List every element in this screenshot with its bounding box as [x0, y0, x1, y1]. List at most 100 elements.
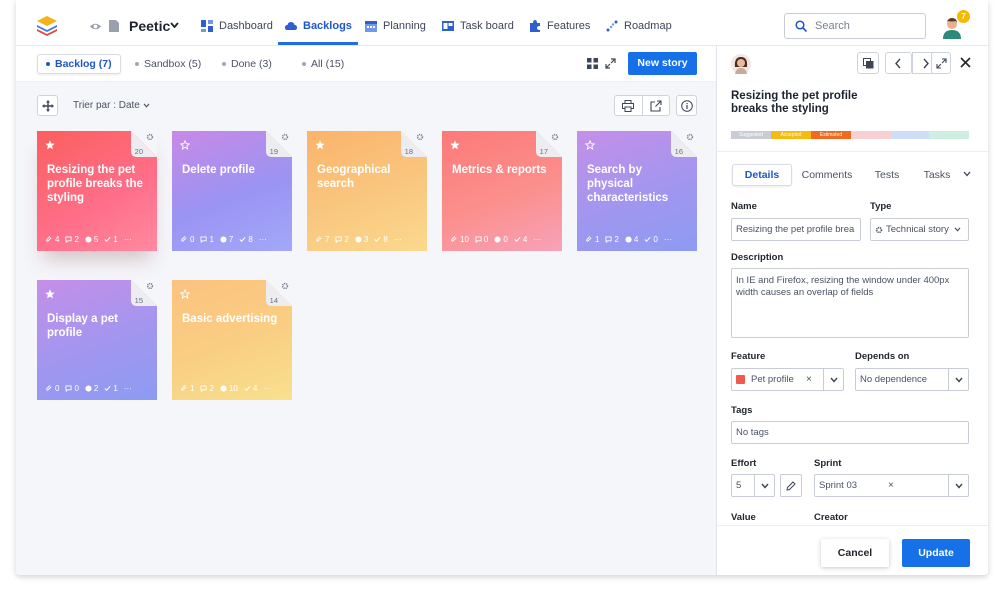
gear-icon[interactable] [416, 133, 424, 141]
attachment-icon [451, 236, 457, 242]
cancel-button[interactable]: Cancel [821, 539, 889, 567]
story-card[interactable]: 14 Basic advertising 1 2 10 4 ··· [172, 280, 292, 400]
tab-details[interactable]: Details [732, 164, 792, 186]
gear-icon[interactable] [281, 282, 289, 290]
edit-effort-button[interactable] [780, 474, 802, 497]
depends-select[interactable]: No dependence [855, 368, 969, 391]
more-icon[interactable]: ··· [664, 235, 672, 244]
taskboard-icon [442, 21, 454, 31]
previous-story-button[interactable] [885, 52, 912, 74]
story-card[interactable]: 18 Geographical search 7 2 3 8 ··· [307, 131, 427, 251]
status-segment[interactable]: Estimated [811, 131, 851, 139]
star-outline-icon[interactable] [180, 140, 190, 150]
story-card[interactable]: 20 Resizing the pet profile breaks the st… [37, 131, 157, 251]
tab-done[interactable]: Done (3) [214, 54, 280, 74]
sort-dropdown[interactable]: Trier par : Date [73, 100, 150, 111]
dropdown-toggle[interactable] [948, 369, 968, 390]
search-input[interactable]: Search [784, 13, 926, 39]
sprint-select[interactable]: Sprint 03 × [814, 474, 969, 497]
expand-panel-button[interactable] [931, 52, 951, 74]
description-field[interactable]: In IE and Firefox, resizing the window u… [731, 268, 969, 338]
card-stat-value: 1 [113, 235, 118, 244]
document-icon[interactable] [109, 20, 119, 32]
effort-icon [355, 236, 362, 243]
update-button[interactable]: Update [902, 539, 970, 567]
gear-icon[interactable] [146, 133, 154, 141]
open-external-button[interactable] [641, 96, 670, 115]
story-card[interactable]: 15 Display a pet profile 0 0 2 1 ··· [37, 280, 157, 400]
card-title: Display a pet profile [47, 313, 118, 339]
new-story-button[interactable]: New story [628, 52, 697, 75]
tags-field[interactable]: No tags [731, 421, 969, 444]
more-icon[interactable]: ··· [124, 235, 132, 244]
name-field[interactable]: Resizing the pet profile brea [731, 218, 861, 241]
star-outline-icon[interactable] [585, 140, 595, 150]
status-segment[interactable] [929, 131, 969, 139]
star-filled-icon[interactable] [45, 140, 55, 150]
grid-view-icon[interactable] [587, 58, 598, 69]
status-segment[interactable]: Suggested [731, 131, 771, 139]
dropdown-toggle[interactable] [754, 475, 774, 496]
clear-icon[interactable]: × [888, 480, 894, 491]
tab-all[interactable]: All (15) [294, 54, 352, 74]
print-button[interactable] [615, 96, 642, 115]
chevron-down-icon[interactable] [963, 171, 971, 177]
story-card[interactable]: 19 Delete profile 0 1 7 8 ··· [172, 131, 292, 251]
story-card[interactable]: 16 Search by physical characteristics 1 2 4 0… [577, 131, 697, 251]
chevron-right-icon [923, 58, 929, 68]
nav-planning[interactable]: Planning [365, 20, 426, 32]
more-icon[interactable]: ··· [394, 235, 402, 244]
status-segment[interactable]: Accepted [771, 131, 811, 139]
more-icon[interactable]: ··· [533, 235, 541, 244]
star-outline-icon[interactable] [180, 289, 190, 299]
nav-dashboard[interactable]: Dashboard [201, 20, 273, 32]
nav-task-board[interactable]: Task board [442, 20, 514, 32]
star-filled-icon[interactable] [315, 140, 325, 150]
star-filled-icon[interactable] [450, 140, 460, 150]
card-stats: 7 2 3 8 ··· [316, 235, 421, 244]
more-icon[interactable]: ··· [259, 235, 267, 244]
gear-icon[interactable] [281, 133, 289, 141]
fullscreen-icon[interactable] [605, 58, 616, 69]
eye-icon[interactable] [90, 21, 101, 32]
star-filled-icon[interactable] [45, 289, 55, 299]
chevron-down-icon[interactable] [170, 22, 179, 29]
card-title: Delete profile [182, 164, 255, 176]
type-select[interactable]: Technical story [870, 218, 969, 241]
effort-select[interactable]: 5 [731, 474, 775, 497]
card-stat: 5 [85, 235, 98, 244]
dropdown-toggle[interactable] [948, 475, 968, 496]
gear-icon[interactable] [146, 282, 154, 290]
app-logo-icon[interactable] [36, 14, 58, 36]
feature-select[interactable]: Pet profile × [731, 368, 844, 391]
story-card[interactable]: 17 Metrics & reports 10 0 0 4 ··· [442, 131, 562, 251]
dropdown-toggle[interactable] [823, 369, 843, 390]
tab-tasks[interactable]: Tasks [917, 164, 957, 186]
card-stat-value: 0 [483, 235, 489, 244]
notification-badge[interactable]: 7 [957, 10, 970, 23]
tab-backlog[interactable]: Backlog (7) [37, 54, 121, 74]
tab-tests[interactable]: Tests [867, 164, 907, 186]
close-icon[interactable] [960, 57, 971, 68]
author-avatar[interactable] [731, 54, 751, 74]
nav-backlogs[interactable]: Backlogs [285, 20, 352, 32]
card-stat-value: 0 [653, 235, 658, 244]
move-button[interactable] [37, 95, 58, 116]
nav-roadmap[interactable]: Roadmap [606, 20, 672, 32]
more-icon[interactable]: ··· [263, 384, 271, 393]
project-name[interactable]: Peetic [129, 18, 170, 34]
card-stat-value: 2 [614, 235, 619, 244]
chevron-down-icon [760, 483, 769, 489]
gear-icon[interactable] [686, 133, 694, 141]
tab-sandbox[interactable]: Sandbox (5) [127, 54, 209, 74]
status-segment[interactable] [891, 131, 929, 139]
tab-comments[interactable]: Comments [797, 164, 857, 186]
nav-features[interactable]: Features [529, 20, 590, 32]
status-segment[interactable] [851, 131, 891, 139]
more-icon[interactable]: ··· [124, 384, 132, 393]
info-button[interactable] [676, 95, 697, 116]
clear-icon[interactable]: × [806, 374, 812, 385]
gear-icon[interactable] [551, 133, 559, 141]
copy-button[interactable] [857, 52, 879, 74]
card-stat: 2 [605, 235, 619, 244]
